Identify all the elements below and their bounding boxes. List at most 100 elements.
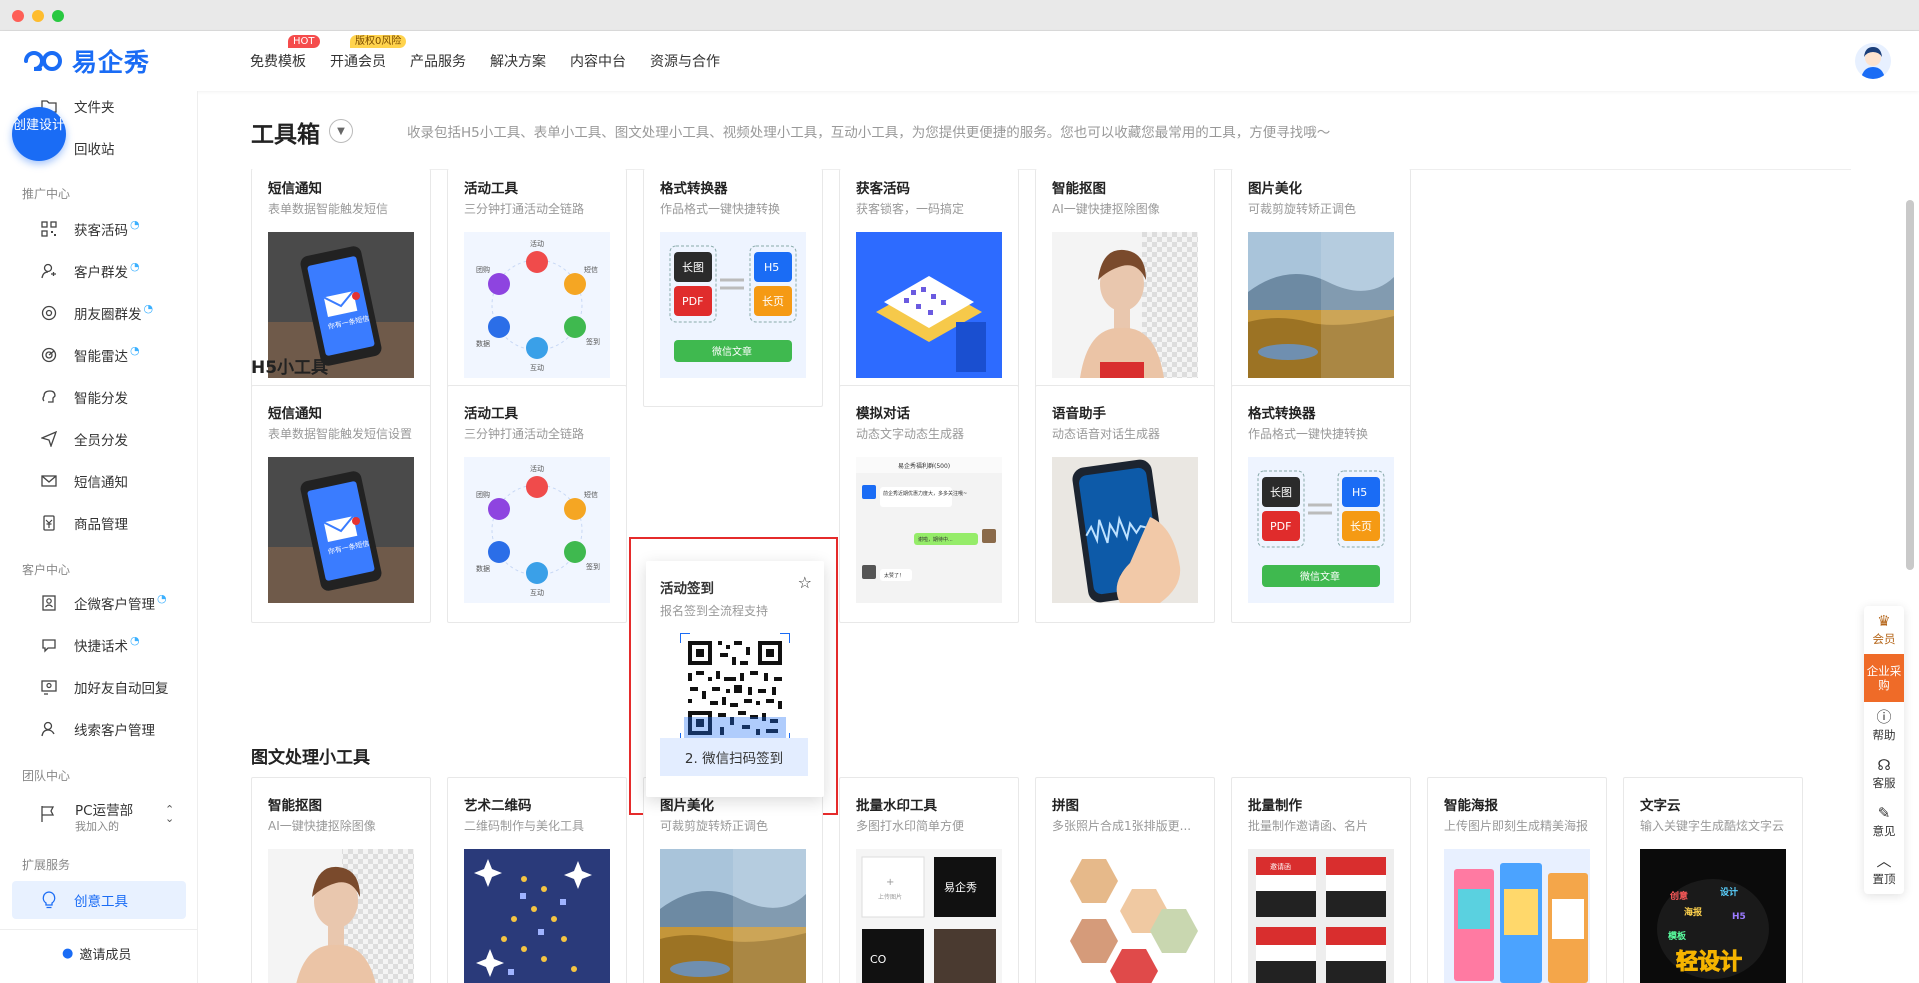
sidebar-item-label: 快捷话术 [74,639,128,655]
nav-resources[interactable]: 资源与合作 [650,51,720,71]
card-title: 智能抠图 [268,798,322,814]
tool-card-beautify-2[interactable]: 图片美化 可裁剪旋转矫正调色 [643,777,823,983]
right-float-bar: ♛ 会员 企业采购 ⓘ 帮助 ☊ 客服 ✎ 意见 ︿ 置顶 [1864,606,1904,894]
card-title: 语音助手 [1052,406,1106,422]
card-title: 图片美化 [660,798,714,814]
rightbar-vip[interactable]: ♛ 会员 [1864,606,1904,654]
tool-card-cutout-2[interactable]: 智能抠图 AI一键快捷抠除图像 [251,777,431,983]
activity-thumbnail: 活动 短信 签到 互动 数据 团购 [464,457,610,603]
sidebar-item-label: 创意工具 [74,894,128,910]
edit-icon: ✎ [1877,804,1891,822]
sidebar-item-goods[interactable]: 商品管理 [40,508,128,538]
tool-card-collage[interactable]: 拼图 多张照片合成1张排版更... [1035,777,1215,983]
nav-products[interactable]: 产品服务 [410,51,466,71]
tool-card-cutout[interactable]: 智能抠图 AI一键快捷抠除图像 [1035,169,1215,407]
cutout-thumbnail [268,849,414,983]
nav-solutions[interactable]: 解决方案 [490,51,546,71]
group-label-ext: 扩展服务 [22,858,71,872]
brand-logo[interactable]: 易企秀 [22,43,150,79]
card-title: 文字云 [1640,798,1681,814]
rightbar-help[interactable]: ⓘ 帮助 [1864,702,1904,750]
tool-card-converter-h5[interactable]: 格式转换器 作品格式一键快捷转换 长图 PDF H5 长页 微信文章 [1231,385,1411,623]
card-desc: 上传图片即刻生成精美海报 [1444,819,1589,833]
card-title: 活动工具 [464,406,518,422]
nav-content-hub[interactable]: 内容中台 [570,51,626,71]
close-window-button[interactable] [12,10,24,22]
sidebar-item-creative-tools[interactable]: 创意工具 [40,885,128,915]
wechat-article-label: 微信文章 [712,345,752,358]
tool-card-voice[interactable]: 语音助手 动态语音对话生成器 [1035,385,1215,623]
rightbar-feedback[interactable]: ✎ 意见 [1864,798,1904,846]
sidebar-item-lead-code[interactable]: 获客活码 ◔ [40,214,140,244]
user-avatar[interactable] [1855,43,1891,79]
tool-card-smart-poster[interactable]: 智能海报 上传图片即刻生成精美海报 [1427,777,1607,983]
sidebar-item-wecom-customer[interactable]: 企微客户管理 ◔ [40,588,167,618]
beautify-thumbnail [1248,232,1394,378]
sidebar-item-radar[interactable]: 智能雷达 ◔ [40,340,140,370]
node-label: 短信 [584,265,598,274]
invite-label: 邀请成员 [79,948,132,963]
tool-card-lead-code[interactable]: 获客活码 获客锁客，一码搞定 [839,169,1019,407]
toolbox-description: 收录包括H5小工具、表单小工具、图文处理小工具、视频处理小工具，互动小工具，为您… [407,125,1331,141]
rightbar-top[interactable]: ︿ 置顶 [1864,846,1904,894]
group-label-customer: 客户中心 [22,563,71,577]
tool-card-wordcloud[interactable]: 文字云 输入关键字生成酷炫文字云 创意 设计 海报 H5 模板 轻设计 [1623,777,1803,983]
new-mark-icon: ◔ [130,217,140,231]
lightbulb-icon [40,891,58,909]
question-icon: ⓘ [1876,708,1892,726]
tool-card-art-qrcode[interactable]: 艺术二维码 二维码制作与美化工具 [447,777,627,983]
sidebar-item-group-send[interactable]: 客户群发 ◔ [40,256,140,286]
nav-free-templates[interactable]: 免费模板 HOT [250,35,320,71]
card-desc: 报名签到全流程支持 [660,604,769,618]
main-nav: 免费模板 HOT 开通会员 版权0风险 产品服务 解决方案 内容中台 资源与合作 [250,31,744,91]
rightbar-service[interactable]: ☊ 客服 [1864,750,1904,798]
card-title: 格式转换器 [1248,406,1316,422]
card-title: 格式转换器 [660,181,728,197]
svg-text:创意: 创意 [1669,890,1688,902]
tool-card-chat-sim[interactable]: 模拟对话 动态文字动态生成器 易企秀福利群(500) 前企秀近期优惠力度大，多多关… [839,385,1019,623]
tool-card-activity[interactable]: 活动工具 三分钟打通活动全链路 活动 短信 签到 互动 数据 团购 [447,169,627,407]
page-scrollbar[interactable] [1906,200,1914,570]
group-label-promo: 推广中心 [22,187,71,201]
chat-message: 谢啦，期待中... [918,536,953,543]
upload-label: 上传图片 [878,893,902,901]
chevron-down-icon[interactable]: ▼ [329,119,353,143]
invite-member-button[interactable]: ● 邀请成员 [62,944,131,963]
sidebar: 创建设计 文件夹 回收站 推广中心 获客活码 ◔ 客户群发 ◔ 朋友圈群发 ◔ 智能雷… [0,91,198,983]
sidebar-item-sms[interactable]: 短信通知 [40,466,128,496]
tool-card-watermark[interactable]: 批量水印工具 多图打水印简单方便 + 上传图片 易企秀 CO [839,777,1019,983]
sidebar-item-moments[interactable]: 朋友圈群发 ◔ [40,298,153,328]
section-title-h5: H5小工具 [251,358,329,378]
tool-card-checkin[interactable]: 活动签到 报名签到全流程支持 ☆ 2. 微信扫码签到 [646,561,824,797]
wechat-scan-checkin-button[interactable]: 2. 微信扫码签到 [660,738,808,776]
tool-card-activity-h5[interactable]: 活动工具 三分钟打通活动全链路 活动 短信 签到 互动 数据 团购 [447,385,627,623]
tool-card-beautify[interactable]: 图片美化 可裁剪旋转矫正调色 [1231,169,1411,407]
sidebar-item-label: 短信通知 [74,475,128,491]
sidebar-item-leads[interactable]: 线索客户管理 [40,714,155,744]
section-title-image: 图文处理小工具 [251,748,370,768]
card-title: 拼图 [1052,798,1079,814]
card-title: 获客活码 [856,181,910,197]
sidebar-item-quick-reply[interactable]: 快捷话术 ◔ [40,630,140,660]
card-title: 短信通知 [268,406,322,422]
rightbar-enterprise-purchase[interactable]: 企业采购 [1864,654,1904,702]
nav-membership[interactable]: 开通会员 版权0风险 [330,35,407,71]
create-design-button[interactable]: 创建设计 [12,107,66,161]
svg-text:CO: CO [870,953,887,966]
crown-icon: ♛ [1877,612,1891,630]
sidebar-item-all-staff[interactable]: 全员分发 [40,424,128,454]
maximize-window-button[interactable] [52,10,64,22]
sidebar-item-smart-distribute[interactable]: 智能分发 [40,382,128,412]
sidebar-item-auto-reply[interactable]: 加好友自动回复 [40,672,169,702]
tool-card-batch[interactable]: 批量制作 批量制作邀请函、名片 邀请函 [1231,777,1411,983]
user-broadcast-icon [40,262,58,280]
page-title: 工具箱 [251,122,320,148]
qrcode-icon [40,220,58,238]
tool-card-sms-h5[interactable]: 短信通知 表单数据智能触发短信设置 你有一条短信 [251,385,431,623]
card-title: 活动签到 [660,581,714,597]
minimize-window-button[interactable] [32,10,44,22]
headset-icon: ☊ [1877,756,1891,774]
star-favorite-icon[interactable]: ☆ [798,573,812,592]
team-sub: 我加入的 [75,820,119,833]
tool-card-converter[interactable]: 格式转换器 作品格式一键快捷转换 长图 PDF H5 长页 微信文章 [643,169,823,407]
